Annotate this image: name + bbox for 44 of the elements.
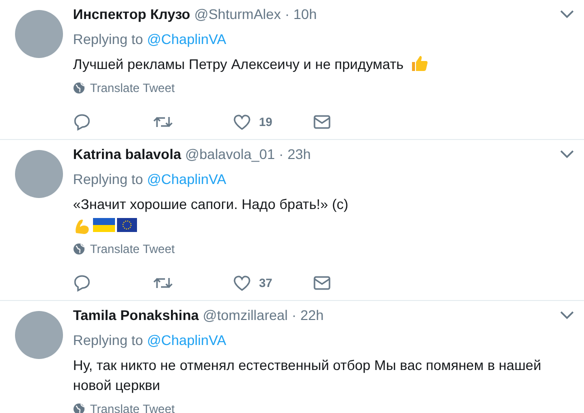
retweet-icon[interactable] xyxy=(153,275,173,291)
reply-icon[interactable] xyxy=(73,274,91,292)
replying-label: Replying to xyxy=(73,171,144,187)
replying-label: Replying to xyxy=(73,31,144,47)
european-union-flag-icon xyxy=(117,217,137,233)
globe-icon xyxy=(73,403,85,413)
tweet-text: Ну, так никто не отменял естественный отбор Мы вас помянем в нашей новой церкви xyxy=(73,357,542,393)
mention-link[interactable]: @ChaplinVA xyxy=(146,332,226,348)
translate-link[interactable]: Translate Tweet xyxy=(73,81,175,95)
thumbs-up-icon xyxy=(410,54,428,72)
user-name[interactable]: Инспектор Клузо xyxy=(73,4,190,24)
chevron-down-icon[interactable] xyxy=(560,150,574,158)
user-handle[interactable]: @balavola_01 xyxy=(185,144,275,164)
globe-icon xyxy=(73,82,85,94)
retweet-icon[interactable] xyxy=(153,114,173,130)
replying-label: Replying to xyxy=(73,332,144,348)
flexed-arm-icon xyxy=(73,217,91,235)
mention-link[interactable]: @ChaplinVA xyxy=(146,171,226,187)
like-count: 37 xyxy=(259,275,272,292)
avatar-photo-placeholder[interactable] xyxy=(15,10,63,58)
user-name[interactable]: Tamila Ponakshina xyxy=(73,305,199,325)
heart-icon[interactable] xyxy=(233,275,251,291)
mail-icon[interactable] xyxy=(313,114,331,130)
avatar-photo-placeholder[interactable] xyxy=(15,150,63,198)
tweet-time[interactable]: · 22h xyxy=(292,305,324,325)
tweet-text: Лучшей рекламы Петру Алексеичу и не придумать xyxy=(73,56,404,72)
reply-icon[interactable] xyxy=(73,113,91,131)
globe-icon xyxy=(73,243,85,255)
user-handle[interactable]: @ShturmAlex xyxy=(194,4,281,24)
chevron-down-icon[interactable] xyxy=(560,310,574,320)
chevron-down-icon[interactable] xyxy=(560,10,574,18)
tweet-time[interactable]: · 10h xyxy=(284,4,317,24)
ukraine-flag-icon xyxy=(93,217,115,233)
user-handle[interactable]: @tomzillareal xyxy=(202,305,288,325)
user-name[interactable]: Katrina balavola xyxy=(73,144,182,164)
translate-link[interactable]: Translate Tweet xyxy=(73,402,175,413)
mention-link[interactable]: @ChaplinVA xyxy=(146,31,226,47)
avatar-photo-placeholder[interactable] xyxy=(15,311,63,359)
heart-icon[interactable] xyxy=(233,114,251,130)
mail-icon[interactable] xyxy=(313,275,331,291)
tweet-time[interactable]: · 23h xyxy=(278,144,311,164)
translate-link[interactable]: Translate Tweet xyxy=(73,242,175,256)
tweet-text: «Значит хорошие сапоги. Надо брать!» (с) xyxy=(73,196,348,212)
like-count: 19 xyxy=(259,114,272,131)
